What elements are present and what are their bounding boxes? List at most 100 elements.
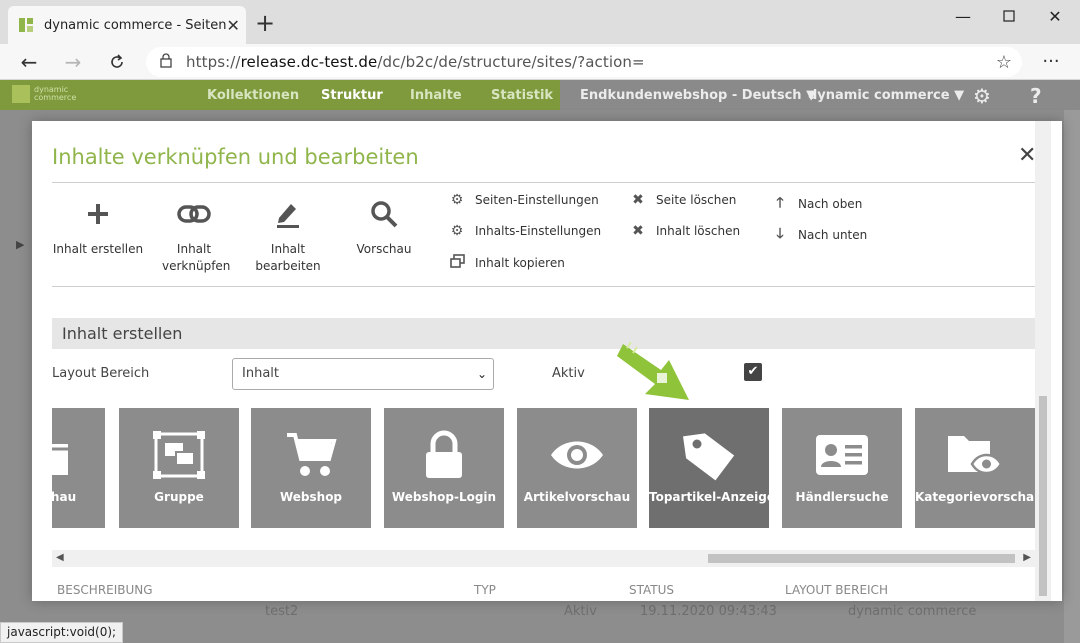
company-select-value: dynamic commerce bbox=[808, 88, 950, 103]
preview-label: Vorschau bbox=[356, 242, 412, 256]
reload-button[interactable] bbox=[102, 48, 132, 76]
tile-kategorievorschau[interactable]: Kategorievorschau bbox=[915, 408, 1035, 528]
modal-scrollbar[interactable] bbox=[1035, 121, 1051, 601]
delete-content-link[interactable]: ✖ Inhalt löschen bbox=[629, 223, 740, 239]
forward-button[interactable]: → bbox=[58, 48, 88, 76]
url-text: https://release.dc-test.de/dc/b2c/de/str… bbox=[186, 53, 645, 71]
column-layout-area[interactable]: LAYOUT BEREICH bbox=[785, 583, 888, 597]
bg-row-area: dynamic commerce bbox=[848, 604, 977, 619]
scrollbar-thumb[interactable] bbox=[1039, 396, 1047, 596]
url-field[interactable]: https://release.dc-test.de/dc/b2c/de/str… bbox=[146, 47, 1022, 77]
folder-icon bbox=[52, 428, 105, 482]
site-settings-label: Seiten-Einstellungen bbox=[475, 193, 599, 207]
lock-icon bbox=[160, 52, 172, 72]
column-description[interactable]: BESCHREIBUNG bbox=[57, 583, 153, 597]
app-logo[interactable]: dynamic commerce bbox=[12, 85, 76, 103]
help-icon[interactable]: ? bbox=[1030, 84, 1042, 108]
app-header-nav-area: dynamic commerce Kollektionen Struktur In… bbox=[0, 80, 560, 110]
tile-webshop-login[interactable]: Webshop-Login bbox=[384, 408, 504, 528]
tile-haendlersuche[interactable]: Händlersuche bbox=[782, 408, 902, 528]
logo-text-2: commerce bbox=[34, 93, 77, 102]
scroll-right-icon[interactable]: ▶ bbox=[1023, 552, 1031, 563]
link-content-button[interactable]: Inhalt verknüpfen bbox=[146, 197, 242, 275]
browser-tab[interactable]: dynamic commerce - Seiten ✕ bbox=[8, 6, 246, 44]
bg-row-date: 19.11.2020 09:43:43 bbox=[640, 604, 777, 619]
delete-site-link[interactable]: ✖ Seite löschen bbox=[629, 192, 736, 208]
company-select[interactable]: dynamic commerce ▼ bbox=[808, 88, 964, 103]
close-icon: ✖ bbox=[632, 192, 644, 208]
content-type-tiles: Vorschau Gruppe Webshop Webshop-Login Ar… bbox=[52, 408, 1035, 528]
tile-topartikel-anzeige[interactable]: Topartikel-Anzeige bbox=[649, 408, 775, 528]
divider bbox=[52, 182, 1035, 183]
contact-card-icon bbox=[782, 428, 902, 482]
layout-area-value: Inhalt bbox=[242, 366, 279, 381]
tile-artikelvorschau[interactable]: Artikelvorschau bbox=[517, 408, 637, 528]
tile-webshop[interactable]: Webshop bbox=[251, 408, 371, 528]
lock-icon bbox=[384, 428, 504, 482]
move-up-link[interactable]: 🡑 Nach oben bbox=[771, 192, 862, 216]
layout-area-select[interactable]: Inhalt ⌄ bbox=[232, 358, 494, 390]
new-tab-button[interactable]: + bbox=[253, 9, 277, 37]
arrow-up-icon: 🡑 bbox=[776, 195, 784, 211]
copy-icon bbox=[448, 254, 466, 272]
tile-label: Webshop bbox=[279, 490, 343, 504]
tile-gruppe[interactable]: Gruppe bbox=[119, 408, 239, 528]
browser-titlebar: dynamic commerce - Seiten ✕ + — ✕ bbox=[0, 0, 1080, 44]
nav-item-kollektionen[interactable]: Kollektionen bbox=[207, 88, 299, 103]
nav-item-struktur[interactable]: Struktur bbox=[321, 88, 383, 103]
edit-content-button[interactable]: Inhalt bearbeiten bbox=[240, 197, 336, 275]
modal-close-button[interactable]: ✕ bbox=[1018, 143, 1036, 168]
gear-icon[interactable]: ⚙ bbox=[973, 84, 991, 108]
maximize-button[interactable] bbox=[986, 0, 1032, 32]
tile-label: Gruppe bbox=[154, 490, 204, 504]
modal-title: Inhalte verknüpfen und bearbeiten bbox=[52, 145, 419, 169]
plus-icon bbox=[50, 197, 146, 231]
back-button[interactable]: ← bbox=[14, 48, 44, 76]
minimize-button[interactable]: — bbox=[940, 0, 986, 32]
copy-content-link[interactable]: Inhalt kopieren bbox=[448, 254, 565, 272]
logo-mark-icon bbox=[12, 85, 30, 103]
move-down-link[interactable]: 🡓 Nach unten bbox=[771, 223, 867, 247]
delete-content-label: Inhalt löschen bbox=[656, 224, 741, 238]
shop-select[interactable]: Endkundenwebshop - Deutsch ▼ bbox=[580, 88, 816, 103]
gear-icon: ⚙ bbox=[450, 223, 464, 239]
active-checkbox[interactable]: ✔ bbox=[744, 363, 762, 381]
bg-row-name: test2 bbox=[265, 604, 299, 619]
tab-close-icon[interactable]: ✕ bbox=[227, 16, 240, 35]
tile-label: Artikelvorschau bbox=[523, 490, 631, 504]
content-settings-link[interactable]: ⚙ Inhalts-Einstellungen bbox=[448, 223, 601, 239]
delete-site-label: Seite löschen bbox=[656, 193, 737, 207]
move-down-label: Nach unten bbox=[798, 228, 868, 242]
nav-item-inhalte[interactable]: Inhalte bbox=[410, 88, 462, 103]
expand-arrow-icon[interactable]: ▶ bbox=[16, 238, 24, 251]
tile-label: Topartikel-Anzeige bbox=[649, 490, 775, 504]
cart-icon bbox=[251, 428, 371, 482]
nav-item-statistik[interactable]: Statistik bbox=[491, 88, 553, 103]
close-icon: ✖ bbox=[632, 223, 644, 239]
preview-button[interactable]: Vorschau bbox=[336, 197, 432, 258]
create-content-button[interactable]: Inhalt erstellen bbox=[50, 197, 146, 258]
site-settings-link[interactable]: ⚙ Seiten-Einstellungen bbox=[448, 192, 599, 208]
active-label: Aktiv bbox=[552, 366, 585, 381]
group-icon bbox=[119, 428, 239, 482]
scrollbar-thumb[interactable] bbox=[708, 554, 1015, 563]
arrow-down-icon: 🡓 bbox=[776, 226, 784, 242]
shop-select-value: Endkundenwebshop - Deutsch bbox=[580, 88, 802, 103]
tile-label: Händlersuche bbox=[795, 490, 889, 504]
close-window-button[interactable]: ✕ bbox=[1032, 0, 1078, 32]
column-type[interactable]: TYP bbox=[474, 583, 496, 597]
scroll-left-icon[interactable]: ◀ bbox=[56, 552, 64, 563]
chevron-down-icon: ⌄ bbox=[476, 367, 487, 381]
divider bbox=[52, 286, 1035, 287]
tile-label: Vorschau bbox=[52, 490, 77, 504]
content-settings-label: Inhalts-Einstellungen bbox=[475, 224, 602, 238]
page-scrollbar[interactable] bbox=[1064, 110, 1080, 643]
bg-row-status: Aktiv bbox=[564, 604, 597, 619]
tile-vorschau[interactable]: Vorschau bbox=[52, 408, 105, 528]
favorite-star-icon[interactable]: ☆ bbox=[996, 52, 1012, 73]
column-status[interactable]: STATUS bbox=[629, 583, 674, 597]
favicon-icon bbox=[18, 16, 34, 34]
address-bar: ← → https://release.dc-test.de/dc/b2c/de… bbox=[0, 44, 1080, 80]
tiles-scrollbar[interactable]: ◀ ▶ bbox=[52, 550, 1035, 567]
more-options-icon[interactable]: ··· bbox=[1036, 48, 1066, 76]
